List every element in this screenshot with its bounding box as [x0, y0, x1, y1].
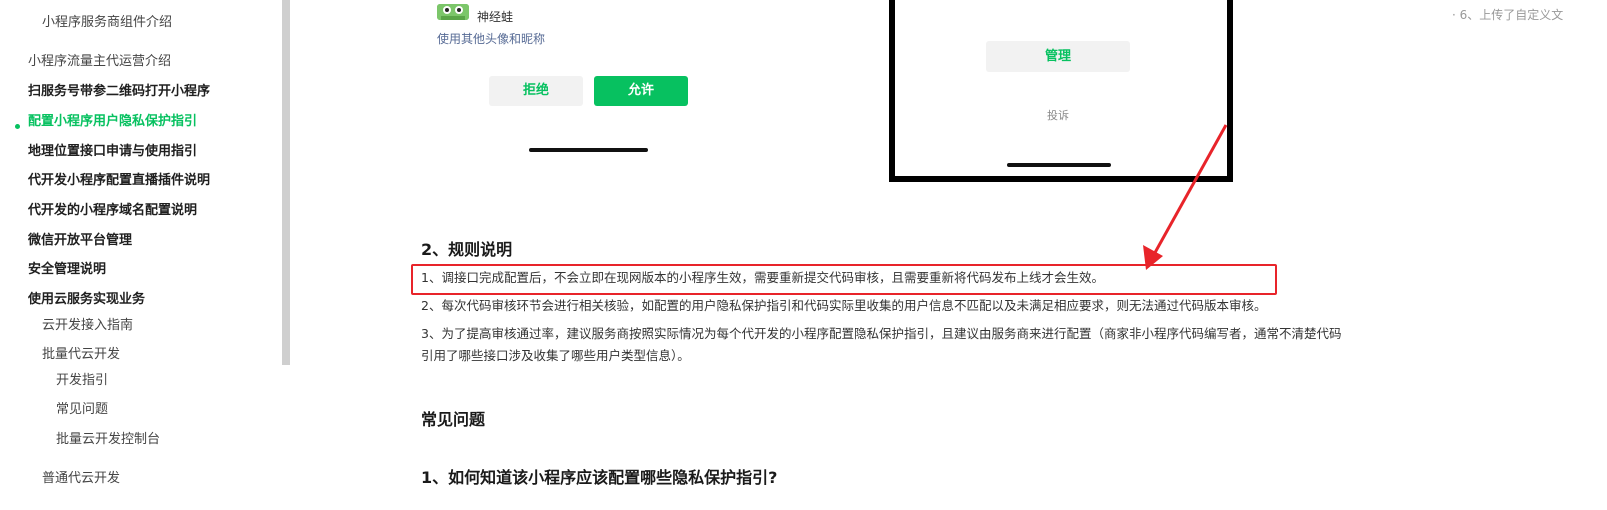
red-arrow-annotation — [1143, 124, 1228, 270]
